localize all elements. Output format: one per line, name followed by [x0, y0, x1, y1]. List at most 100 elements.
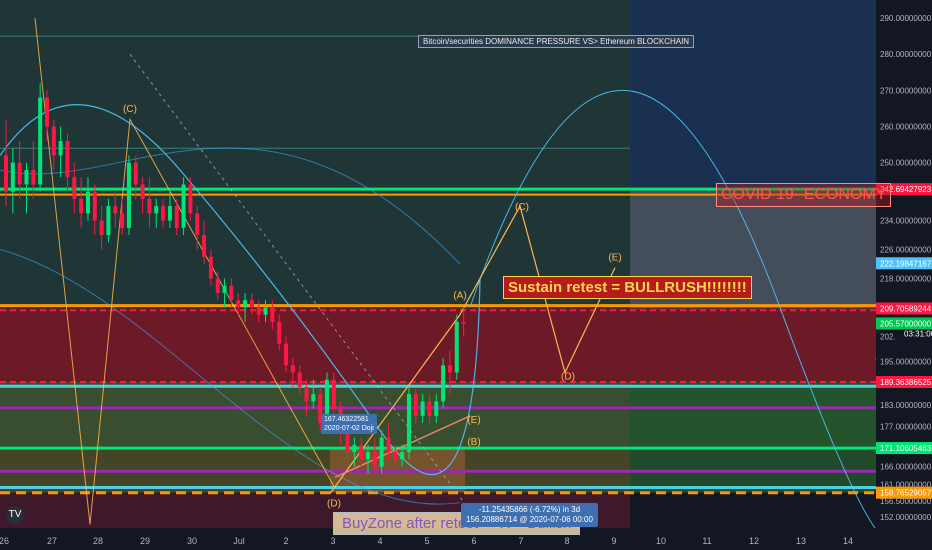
candle-body: [133, 162, 138, 185]
candle-body: [140, 184, 145, 199]
chart-title: Bitcoin/securities DOMINANCE PRESSURE VS…: [418, 35, 695, 48]
measure-line-2: 156.20886714 @ 2020-07-06 00:00: [466, 515, 593, 524]
measure-tooltip: -11.25435866 (-6.72%) in 3d 156.20886714…: [461, 503, 598, 527]
candle-body: [386, 437, 391, 453]
price-tick-label: 290.00000000: [880, 14, 932, 23]
price-tick-label: 205.57000000: [880, 319, 932, 328]
candle-body: [352, 444, 357, 453]
candle-body: [10, 162, 15, 192]
candle-body: [215, 278, 220, 293]
time-tick-label: 6: [471, 536, 476, 546]
wave-label: (A): [453, 290, 466, 301]
time-tick-label: 3: [330, 536, 335, 546]
candle-body: [413, 394, 418, 416]
candle-body: [290, 365, 295, 373]
sustain-annotation[interactable]: Sustain retest = BULLRUSH!!!!!!!!: [503, 276, 752, 299]
candle-body: [161, 206, 166, 221]
buyzone-text: BuyZone after retest: [342, 515, 478, 532]
price-axis: 290.00000000 280.00000000 270.00000000 260.…: [876, 0, 932, 550]
time-tick-label: 28: [93, 536, 103, 546]
time-tick-label: 29: [140, 536, 150, 546]
candle-body: [4, 155, 8, 192]
candle-body: [277, 321, 282, 344]
time-tick-label: 11: [702, 536, 711, 546]
measure-line-1: -11.25435866 (-6.72%) in 3d: [478, 505, 581, 514]
time-tick-label: 9: [611, 536, 616, 546]
candle-body: [297, 372, 302, 387]
candle-body: [243, 300, 248, 308]
candle-body: [427, 401, 432, 416]
price-tick-label: 177.00000000: [880, 423, 932, 432]
price-tick-label: 234.00000000: [880, 217, 932, 226]
price-tick-label: 226.00000000: [880, 246, 932, 255]
price-tick-label: 183.00000000: [880, 401, 932, 410]
price-chart[interactable]: (A)(C)(A)(C)(E)(D)(B)(E)(D) 290.00000000…: [0, 0, 932, 550]
candle-body: [181, 184, 186, 228]
time-tick-label: 13: [796, 536, 806, 546]
time-tick-label: 14: [843, 536, 853, 546]
candle-body: [126, 162, 131, 228]
tradingview-logo-icon[interactable]: TV: [6, 506, 24, 524]
candle-body: [406, 394, 411, 453]
candle-body: [31, 169, 36, 185]
candle-body: [311, 394, 316, 402]
candle-body: [359, 444, 364, 460]
countdown-label: 03:31:00: [904, 329, 932, 338]
candle-body: [222, 285, 227, 293]
time-tick-label: 5: [424, 536, 429, 546]
candle-body: [195, 213, 200, 236]
time-tick-label: 10: [656, 536, 666, 546]
wave-label: (C): [515, 202, 529, 213]
price-tick-label: 250.00000000: [880, 159, 932, 168]
candle-body: [249, 300, 254, 308]
time-tick-label: 2: [283, 536, 288, 546]
price-tick-label: 171.10605463: [880, 444, 932, 453]
candle-body: [106, 206, 111, 236]
candle-body: [99, 220, 104, 236]
mid-zone: [0, 382, 630, 449]
candle-body: [304, 386, 309, 402]
wave-label: (D): [327, 498, 341, 509]
wave-label: (C): [123, 104, 137, 115]
candle-body: [229, 285, 234, 301]
candle-body: [167, 206, 172, 221]
candle-body: [256, 307, 261, 315]
candle-body: [400, 452, 405, 460]
candle-body: [393, 452, 398, 460]
time-tick-label: 4: [377, 536, 382, 546]
wave-label: (E): [467, 415, 480, 426]
candle-body: [420, 401, 425, 416]
mid-zone-right: [630, 382, 876, 449]
candle-body: [154, 206, 159, 214]
price-tick-label: 195.00000000: [880, 358, 932, 367]
candle-body: [270, 307, 275, 322]
candle-body: [51, 126, 56, 156]
candle-body: [461, 321, 466, 324]
candle-body: [65, 141, 70, 178]
wave-label: (B): [467, 437, 480, 448]
price-tick-label: 202.: [880, 332, 896, 341]
time-tick-label: 27: [47, 536, 57, 546]
candle-body: [208, 256, 213, 279]
candle-body: [365, 452, 370, 460]
candle-body: [447, 365, 452, 373]
price-tick-label: 218.00000000: [880, 274, 932, 283]
tooltip-date: 2020-07-02 Doji: [324, 425, 374, 432]
candle-body: [147, 198, 152, 214]
candle-body: [85, 191, 90, 214]
candle-body: [284, 343, 289, 366]
time-tick-label: 26: [0, 536, 9, 546]
price-tick-label: 270.00000000: [880, 86, 932, 95]
candle-body: [372, 452, 377, 467]
candle-body: [113, 206, 118, 214]
tooltip-price: 167.46322581: [324, 416, 369, 423]
time-tick-label: 12: [749, 536, 759, 546]
candle-body: [331, 379, 336, 409]
price-tick-label: 260.00000000: [880, 123, 932, 132]
candle-body: [24, 169, 29, 185]
candle-body: [38, 97, 43, 185]
time-tick-label: 30: [187, 536, 197, 546]
wave-label: (D): [561, 372, 575, 383]
candle-body: [174, 206, 179, 228]
covid-annotation[interactable]: COVID 19- ECONOMY: [716, 183, 892, 207]
